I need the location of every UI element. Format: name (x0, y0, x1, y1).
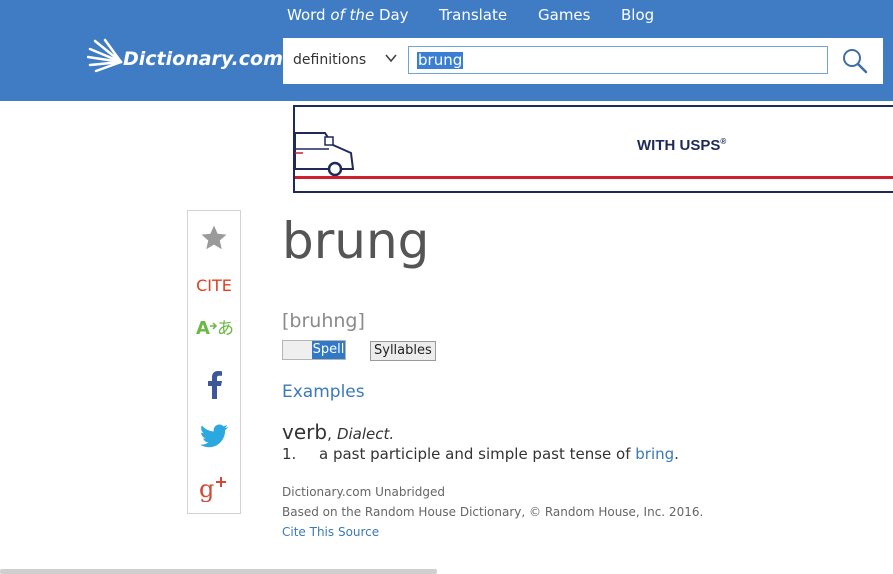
nav-label: Day (374, 6, 409, 24)
nav-label: Games (538, 6, 591, 24)
nav-blog[interactable]: Blog (621, 6, 654, 24)
cite-button[interactable]: CITE (188, 276, 240, 295)
bring-link[interactable]: bring (635, 445, 674, 463)
definition-end: . (674, 445, 679, 463)
horizontal-scrollbar[interactable] (0, 569, 437, 574)
part-of-speech: verb (282, 420, 328, 444)
ad-banner[interactable]: WITH USPS® (293, 105, 893, 193)
source-name: Dictionary.com Unabridged (282, 485, 445, 499)
svg-text:g: g (199, 475, 214, 502)
nav-translate[interactable]: Translate (439, 6, 507, 24)
nav-games[interactable]: Games (538, 6, 590, 24)
nav-word-of-the-day[interactable]: Word of the Day (287, 6, 409, 24)
ad-text: WITH USPS® (637, 137, 726, 154)
truck-icon (295, 132, 355, 177)
definition-number: 1. (282, 445, 297, 463)
nav-label: Blog (621, 6, 655, 24)
google-plus-icon[interactable]: g (188, 474, 240, 506)
site-logo[interactable]: Dictionary.com (87, 38, 283, 78)
facebook-icon[interactable] (188, 369, 240, 403)
cite-this-source-link[interactable]: Cite This Source (282, 525, 379, 539)
ad-text-main: WITH USPS (637, 137, 721, 154)
nav-label-em: of the (330, 6, 375, 24)
definition-1: 1. a past participle and simple past tens… (282, 445, 679, 463)
part-of-speech-line: verb, Dialect. (282, 420, 394, 444)
svg-text:あ: あ (217, 319, 234, 339)
spell-toggle-label: Spell (312, 341, 345, 359)
search-icon[interactable] (842, 48, 868, 74)
headword: brung (282, 212, 430, 270)
svg-text:A: A (196, 318, 210, 339)
definition-text: a past participle and simple past tense … (319, 445, 636, 463)
search-query-text: brung (417, 51, 464, 69)
source-based-on: Based on the Random House Dictionary, © … (282, 505, 704, 519)
pos-separator: , (327, 425, 332, 443)
spell-toggle[interactable]: Spell (282, 340, 346, 360)
usage-label: Dialect. (336, 425, 395, 443)
favorite-star-icon[interactable] (188, 223, 240, 257)
examples-link[interactable]: Examples (282, 382, 365, 402)
ad-red-line (295, 176, 893, 179)
translate-icon[interactable]: A あ (188, 314, 240, 344)
registered-mark: ® (720, 137, 727, 146)
syllables-button[interactable]: Syllables (370, 341, 436, 361)
nav-label: Translate (439, 6, 508, 24)
nav-label: Word (287, 6, 331, 24)
twitter-icon[interactable] (188, 424, 240, 452)
search-type-select[interactable]: definitions (293, 52, 366, 68)
chevron-down-icon[interactable] (385, 53, 397, 63)
share-sidebar: CITE A あ g (187, 210, 241, 514)
logo-sunburst-icon (87, 38, 123, 73)
pronunciation: [bruhng] (282, 310, 365, 332)
site-header: Word of the Day Translate Games Blog Dic… (0, 0, 893, 101)
logo-text: Dictionary.com (123, 48, 283, 70)
search-bar: definitions brung (283, 38, 883, 84)
search-input[interactable]: brung (408, 46, 828, 74)
